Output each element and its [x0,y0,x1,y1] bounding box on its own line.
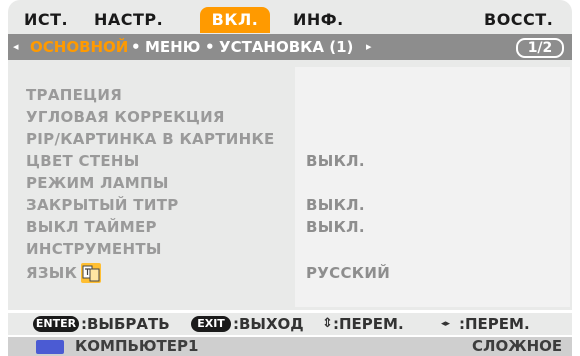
tab-info[interactable]: ИНФ. [293,7,344,33]
subtab-separator: • [205,38,215,56]
subtab-menu[interactable]: МЕНЮ [145,34,200,60]
menu-mode: СЛОЖНОЕ [472,337,563,355]
enter-key-icon: ENTER [33,316,79,332]
menu-row-label: PIP/КАРТИНКА В КАРТИНКЕ [26,130,275,148]
menu-row-label: ЯЗЫК [26,264,78,282]
menu-row-cornerstone[interactable]: УГЛОВАЯ КОРРЕКЦИЯ [8,106,572,128]
menu-row-value: РУССКИЙ [306,264,391,282]
menu-row-label: ИНСТРУМЕНТЫ [26,240,162,258]
submenu-tabs: ◂ ОСНОВНОЙ • МЕНЮ • УСТАНОВКА (1) ▸ 1/2 [8,34,572,60]
language-icon [81,263,101,283]
menu-content: ТРАПЕЦИЯ УГЛОВАЯ КОРРЕКЦИЯ PIP/КАРТИНКА … [8,60,572,310]
tab-source[interactable]: ИСТ. [24,7,68,33]
subtab-basic[interactable]: ОСНОВНОЙ [30,34,128,60]
left-arrow-icon[interactable]: ◂ [13,34,19,60]
menu-row-value: ВЫКЛ. [306,218,365,236]
up-down-icon: ⇕ [322,316,333,331]
left-right-icon: ◂▸ [441,319,451,329]
exit-hint: :ВЫХОД [233,315,304,333]
page-indicator: 1/2 [516,38,564,58]
menu-row-value: ВЫКЛ. [306,196,365,214]
menu-row-value: ВЫКЛ. [306,152,365,170]
menu-row-language[interactable]: ЯЗЫК РУССКИЙ [8,262,572,284]
key-hints: ENTER :ВЫБРАТЬ EXIT :ВЫХОД ⇕ :ПЕРЕМ. ◂▸ … [8,313,572,335]
menu-row-pip[interactable]: PIP/КАРТИНКА В КАРТИНКЕ [8,128,572,150]
enter-hint: :ВЫБРАТЬ [81,315,170,333]
status-bar: КОМПЬЮТЕР1 СЛОЖНОЕ [8,337,572,356]
tab-setup[interactable]: НАСТР. [94,7,163,33]
menu-row-label: ЗАКРЫТЫЙ ТИТР [26,196,179,214]
subtab-separator: • [131,38,141,56]
tab-on[interactable]: ВКЛ. [200,7,270,33]
menu-tabs: ИСТ. НАСТР. ВКЛ. ИНФ. ВОССТ. [8,0,572,34]
tab-reset[interactable]: ВОССТ. [484,7,553,33]
source-name: КОМПЬЮТЕР1 [75,337,199,355]
menu-row-label: РЕЖИМ ЛАМПЫ [26,174,169,192]
up-down-hint: :ПЕРЕМ. [333,315,404,333]
menu-row-label: ТРАПЕЦИЯ [26,86,123,104]
menu-row-label: УГЛОВАЯ КОРРЕКЦИЯ [26,108,225,126]
left-right-hint: :ПЕРЕМ. [459,315,530,333]
menu-row-wall-color[interactable]: ЦВЕТ СТЕНЫ ВЫКЛ. [8,150,572,172]
menu-row-off-timer[interactable]: ВЫКЛ ТАЙМЕР ВЫКЛ. [8,216,572,238]
exit-key-icon: EXIT [191,316,231,332]
menu-row-label: ЦВЕТ СТЕНЫ [26,152,140,170]
subtab-installation-1[interactable]: УСТАНОВКА (1) [219,34,353,60]
menu-row-label: ВЫКЛ ТАЙМЕР [26,218,157,236]
menu-row-closed-caption[interactable]: ЗАКРЫТЫЙ ТИТР ВЫКЛ. [8,194,572,216]
right-arrow-icon[interactable]: ▸ [366,34,372,60]
menu-row-tools[interactable]: ИНСТРУМЕНТЫ [8,238,572,260]
monitor-icon [36,340,64,354]
menu-row-lamp-mode[interactable]: РЕЖИМ ЛАМПЫ [8,172,572,194]
menu-row-keystone[interactable]: ТРАПЕЦИЯ [8,84,572,106]
